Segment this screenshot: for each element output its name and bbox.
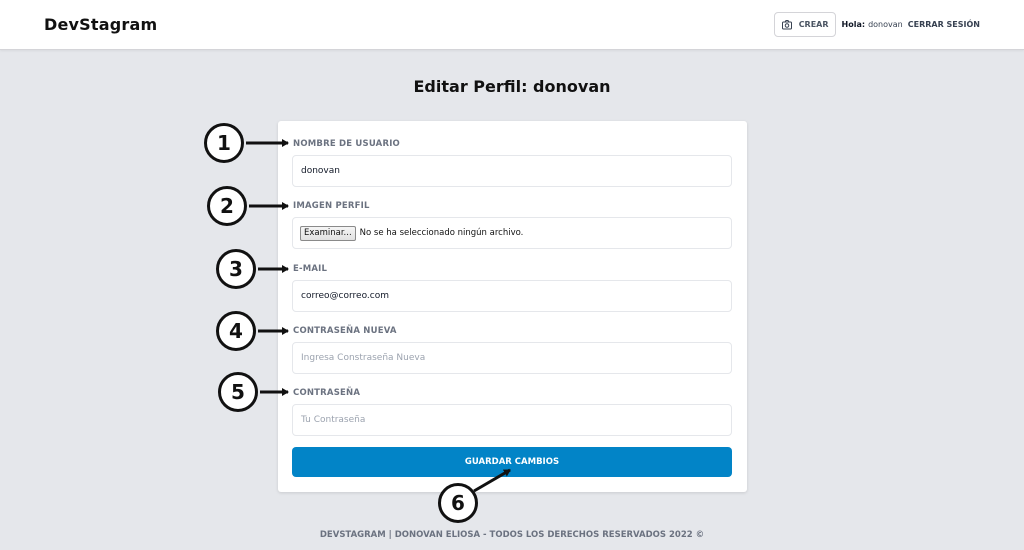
callout-4: 4 — [216, 311, 256, 351]
callout-1: 1 — [204, 123, 244, 163]
callout-3: 3 — [216, 249, 256, 289]
callout-6: 6 — [438, 483, 478, 523]
arrow-6 — [473, 468, 511, 493]
footer-text: DEVSTAGRAM | DONOVAN ELIOSA - TODOS LOS … — [319, 530, 705, 540]
callout-5: 5 — [218, 372, 258, 412]
annotation-arrows — [246, 139, 511, 493]
callout-2: 2 — [207, 186, 247, 226]
